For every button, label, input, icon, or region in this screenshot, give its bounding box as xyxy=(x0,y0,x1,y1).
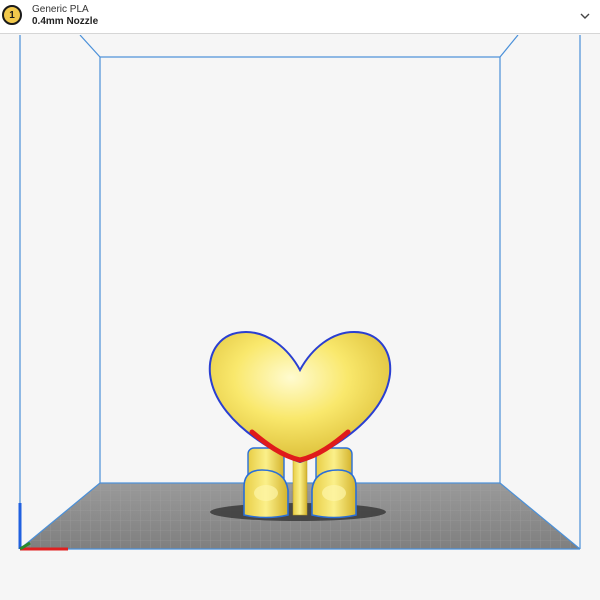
model-post xyxy=(292,454,308,516)
extruder-number-badge: 1 xyxy=(2,5,22,25)
model-heart-body xyxy=(208,330,392,464)
chevron-down-icon[interactable] xyxy=(578,9,592,23)
model-left-leg xyxy=(243,447,289,519)
extruder-number: 1 xyxy=(9,9,15,21)
3d-viewport[interactable] xyxy=(0,35,600,600)
extruder-selector-bar[interactable]: 1 Generic PLA 0.4mm Nozzle xyxy=(0,0,600,34)
nozzle-size: 0.4mm Nozzle xyxy=(32,16,99,27)
model-right-leg xyxy=(311,447,357,519)
material-name: Generic PLA xyxy=(32,4,89,15)
